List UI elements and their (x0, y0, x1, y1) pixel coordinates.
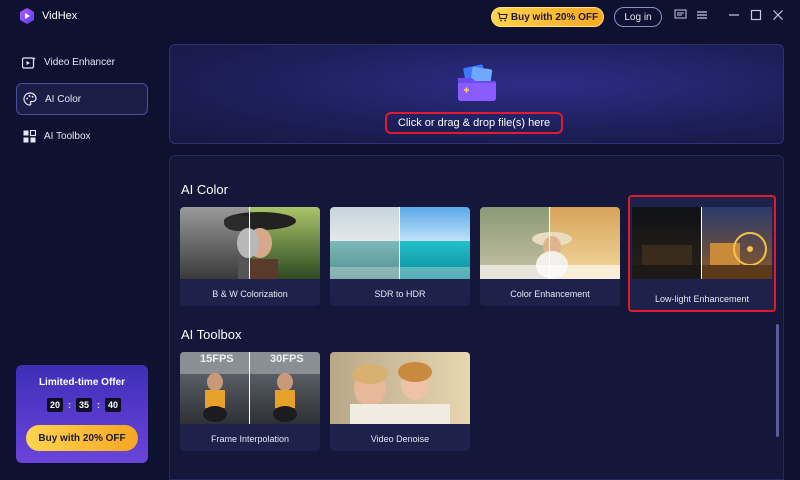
maximize-icon[interactable] (749, 9, 763, 23)
title-bar: VidHex Buy with 20% OFF Log in (0, 0, 800, 34)
panel-scrollbar[interactable] (776, 324, 779, 437)
sidebar-item-ai-color[interactable]: AI Color (16, 83, 148, 115)
timer-separator: : (68, 400, 71, 410)
card-label: Color Enhancement (510, 288, 590, 299)
promo-buy-button[interactable]: Buy with 20% OFF (26, 425, 138, 451)
section-title-ai-color: AI Color (181, 182, 228, 197)
buy-discount-label: Buy with 20% OFF (510, 11, 599, 23)
card-bw-colorization[interactable]: B & W Colorization (180, 207, 320, 306)
sdr-to-hdr-thumbnail (330, 207, 470, 279)
section-title-ai-toolbox: AI Toolbox (181, 327, 242, 342)
card-label: SDR to HDR (374, 288, 426, 299)
app-name: VidHex (42, 10, 78, 22)
card-label: B & W Colorization (212, 288, 288, 299)
video-enhancer-icon (22, 55, 36, 69)
sidebar-item-label: AI Color (45, 93, 82, 105)
card-frame-interpolation[interactable]: 15FPS 30FPS Frame Interpolation (180, 352, 320, 451)
close-icon[interactable] (771, 9, 785, 23)
video-denoise-thumbnail (330, 352, 470, 424)
sidebar-item-ai-toolbox[interactable]: AI Toolbox (16, 120, 148, 152)
sidebar-item-label: AI Toolbox (44, 130, 91, 142)
file-drop-zone[interactable]: Click or drag & drop file(s) here (169, 44, 784, 144)
promo-title: Limited-time Offer (38, 377, 126, 388)
fps-label-left: 15FPS (200, 353, 234, 365)
timer-seconds: 40 (105, 398, 121, 412)
sidebar-item-label: Video Enhancer (44, 56, 115, 68)
menu-icon[interactable] (695, 9, 709, 23)
bw-colorization-thumbnail (180, 207, 320, 279)
toolbox-icon (22, 129, 36, 143)
card-sdr-to-hdr[interactable]: SDR to HDR (330, 207, 470, 306)
low-light-enhancement-thumbnail (632, 207, 772, 279)
countdown-timer: 20 : 35 : 40 (47, 398, 121, 412)
color-enhancement-thumbnail (480, 207, 620, 279)
card-label: Video Denoise (370, 433, 430, 444)
buy-discount-button[interactable]: Buy with 20% OFF (491, 7, 604, 27)
card-label: Low-light Enhancement (654, 293, 750, 304)
minimize-icon[interactable] (727, 9, 741, 23)
card-color-enhancement[interactable]: Color Enhancement (480, 207, 620, 306)
timer-minutes: 35 (76, 398, 92, 412)
timer-hours: 20 (47, 398, 63, 412)
login-button[interactable]: Log in (614, 7, 662, 27)
sidebar-item-video-enhancer[interactable]: Video Enhancer (16, 46, 148, 78)
feedback-icon[interactable] (673, 9, 687, 23)
limited-offer-panel: Limited-time Offer 20 : 35 : 40 Buy with… (16, 365, 148, 463)
cart-icon (497, 12, 508, 22)
card-label: Frame Interpolation (210, 433, 290, 444)
vidhex-logo-icon (20, 8, 34, 24)
timer-separator: : (97, 400, 100, 410)
drop-prompt[interactable]: Click or drag & drop file(s) here (385, 112, 563, 134)
palette-icon (23, 92, 37, 106)
add-folder-icon (458, 64, 496, 101)
card-video-denoise[interactable]: Video Denoise (330, 352, 470, 451)
card-low-light-enhancement[interactable]: Low-light Enhancement (628, 195, 776, 312)
fps-label-right: 30FPS (270, 353, 304, 365)
